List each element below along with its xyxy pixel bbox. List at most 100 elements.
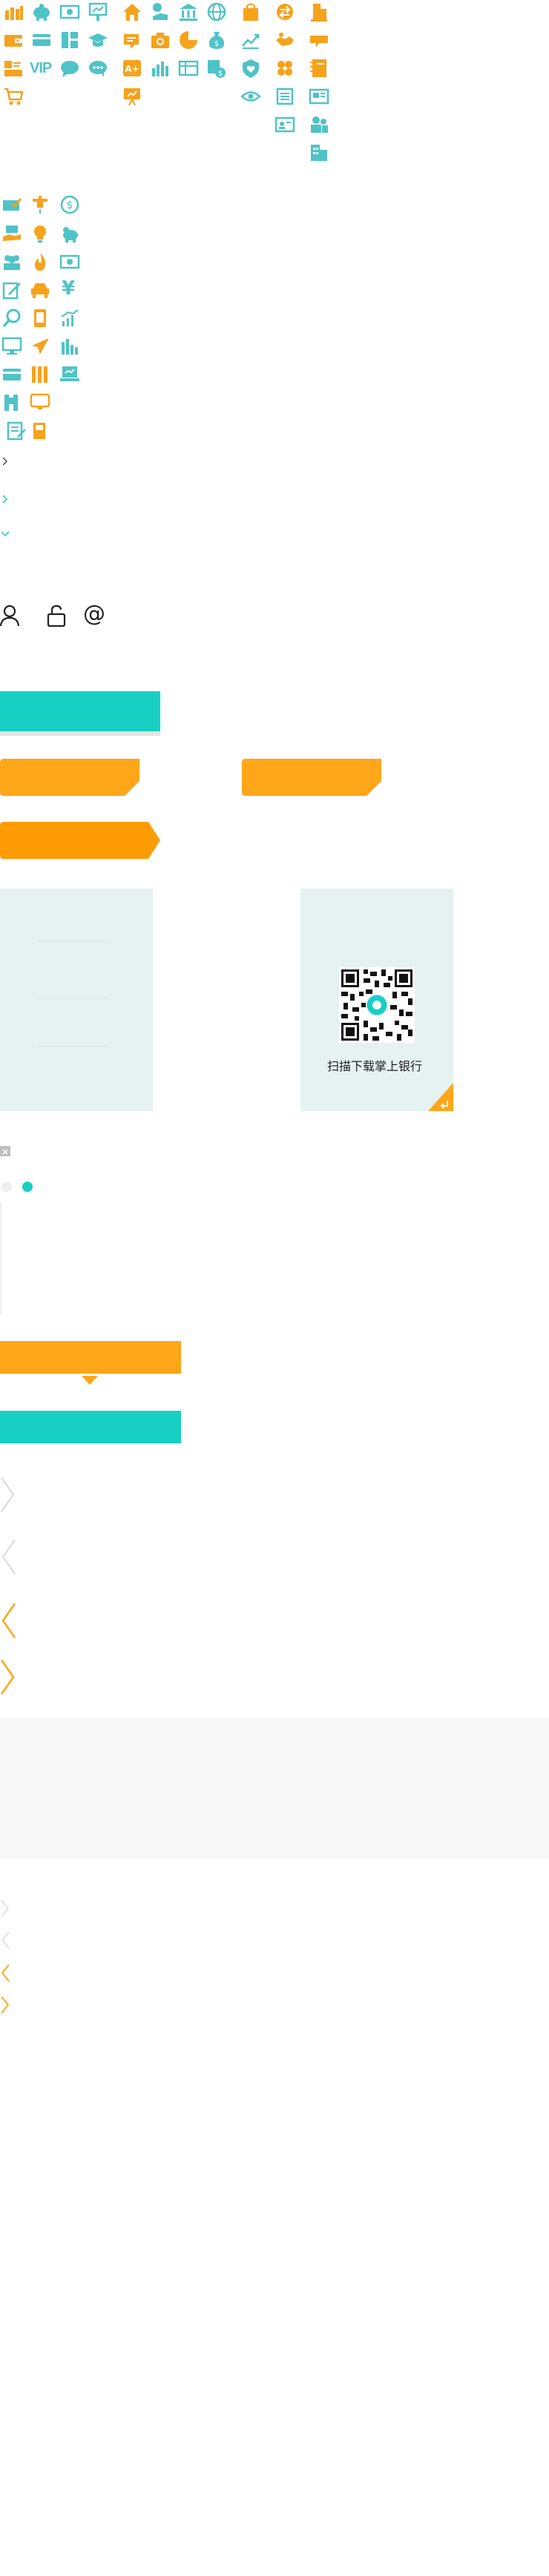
car-icon: [30, 280, 50, 300]
yen-icon: ¥: [62, 277, 76, 300]
check-card-icon: [1, 194, 22, 215]
qr-code-image: [339, 967, 415, 1043]
castle-icon: [1, 392, 22, 413]
a-plus-icon: A+: [122, 58, 142, 79]
graduation-cap-icon: [88, 30, 108, 50]
bars-icon: [59, 336, 80, 357]
panel-divider-3: [37, 1046, 108, 1047]
vip-icon: VIP: [30, 60, 52, 76]
edit-icon: [1, 280, 22, 300]
orange-tooltip-bar: [0, 1341, 181, 1374]
trend-icon: [240, 30, 261, 50]
users-icon: [309, 114, 329, 135]
sprite-grid: $ VIP A+ $: [0, 0, 341, 171]
chevron-right-gray-small-icon[interactable]: [0, 1899, 10, 1921]
svg-text:$: $: [214, 40, 219, 48]
card-2-icon: [309, 86, 329, 107]
chevron-left-gray-large-icon[interactable]: [0, 1538, 16, 1578]
chevron-right-teal-icon[interactable]: [1, 493, 9, 507]
shield-heart-icon: [240, 58, 261, 79]
chevron-left-gray-small-icon[interactable]: [0, 1931, 10, 1953]
cash-2-icon: [59, 251, 80, 272]
teal-button-shadow: [0, 731, 160, 736]
orange-tag-button-1[interactable]: [0, 759, 139, 799]
fire-icon: [30, 251, 50, 272]
eye-icon: [240, 86, 261, 107]
laptop-icon: [59, 364, 80, 385]
clover-icon: [274, 58, 295, 79]
shopping-bag-icon: [240, 1, 261, 22]
user-card-icon: [3, 58, 24, 79]
table-icon: [178, 58, 199, 79]
dollar-circle-icon: $: [59, 194, 80, 215]
hand-money-icon: [1, 223, 22, 244]
screen-icon: [30, 392, 50, 413]
chart-board-icon: [88, 1, 108, 22]
coins-icon: [3, 1, 24, 22]
qr-caption: 扫描下载掌上银行: [327, 1059, 423, 1073]
exchange-icon: [274, 1, 295, 22]
pager-dot-inactive[interactable]: [1, 1182, 12, 1192]
money-bag-icon: $: [206, 30, 227, 50]
notebook-icon: [309, 58, 329, 79]
chat-icon: [59, 58, 80, 79]
bulb-icon: [30, 223, 50, 244]
card-icon: [31, 30, 52, 50]
chevron-left-orange-small-icon[interactable]: [0, 1963, 10, 1986]
svg-text:$: $: [67, 200, 73, 211]
building-icon: [309, 1, 329, 22]
cart-icon: [3, 86, 24, 107]
faucet-icon: [30, 194, 50, 215]
group-icon: [1, 251, 22, 272]
presentation-icon: [122, 86, 142, 107]
office-building-icon: [309, 142, 329, 163]
wallet-icon: [3, 30, 24, 50]
chevron-right-gray-large-icon[interactable]: [0, 1476, 16, 1516]
camera-icon: [150, 30, 171, 50]
qr-panel: 扫描下载掌上银行: [300, 889, 453, 1111]
chevron-right-orange-large-icon[interactable]: [0, 1658, 16, 1699]
bank-building-icon: [178, 1, 199, 22]
user-icon: [0, 605, 22, 627]
home-icon: [122, 1, 142, 22]
bar-chart-icon: [150, 58, 171, 79]
tooltip-pointer: [82, 1374, 98, 1388]
close-checkbox-icon[interactable]: [0, 1146, 10, 1156]
plane-icon: [30, 336, 50, 357]
grid-icon: [59, 30, 80, 50]
orange-tag-button-2[interactable]: [242, 759, 381, 799]
books-icon: [30, 364, 50, 385]
monitor-icon: [1, 336, 22, 357]
chevron-left-orange-large-icon[interactable]: [0, 1602, 16, 1642]
handshake-icon: [274, 30, 295, 50]
phone-icon: [30, 308, 50, 329]
cash-icon: [59, 1, 80, 22]
message-icon: [88, 58, 108, 79]
list-icon-column: $ ¥: [0, 189, 89, 441]
growth-icon: [59, 308, 80, 329]
pager-dot-active[interactable]: [22, 1182, 33, 1192]
svg-text:$: $: [218, 70, 223, 78]
lock-icon: [46, 605, 68, 627]
gift-icon: [122, 30, 142, 50]
teal-bar-button[interactable]: [0, 1411, 181, 1443]
hand-coin-icon: [150, 1, 171, 22]
search-icon: [1, 308, 22, 329]
corner-return-icon[interactable]: [428, 1083, 453, 1114]
piggy-bank-icon: [31, 1, 52, 22]
teal-button[interactable]: [0, 691, 160, 731]
megaphone-icon: [309, 30, 329, 50]
chevron-right-small-icon[interactable]: [1, 455, 9, 470]
dollar-stack-icon: $: [206, 58, 227, 79]
list-icon: [274, 86, 295, 107]
login-panel: [0, 889, 153, 1111]
orange-arrow-button[interactable]: [0, 822, 160, 862]
globe-icon: [206, 1, 227, 22]
vertical-divider: [0, 1203, 1, 1314]
id-card-icon: [274, 114, 295, 135]
at-icon: @: [83, 601, 105, 627]
gray-band: [0, 1718, 549, 1859]
chevron-right-orange-small-icon[interactable]: [0, 1995, 10, 2017]
notepad-icon: [6, 421, 27, 441]
chevron-down-teal-icon[interactable]: [0, 527, 10, 541]
